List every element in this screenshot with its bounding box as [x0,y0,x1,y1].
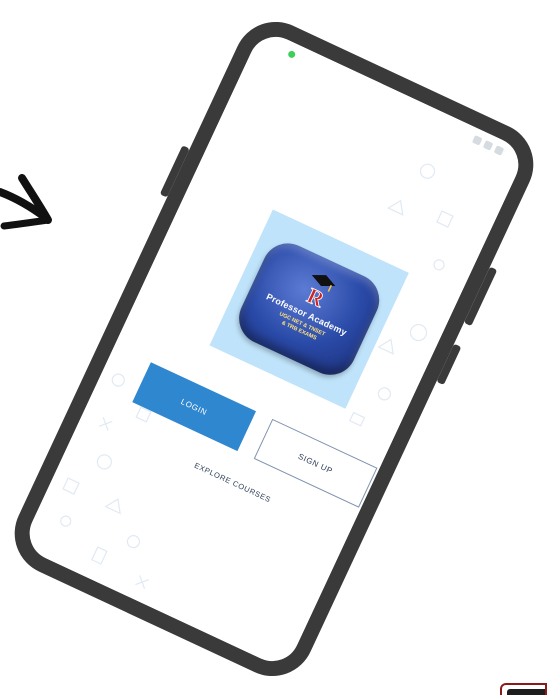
hand-drawn-arrow-icon [0,174,52,230]
volume-button [159,145,190,198]
side-button [436,343,462,386]
promo-stage: R Professor Academy UGC NET & TNSET & TR… [0,0,547,695]
phone-device: R Professor Academy UGC NET & TNSET & TR… [0,8,547,690]
logo-tile: R Professor Academy UGC NET & TNSET & TR… [230,234,388,384]
graduation-cap-icon: R [303,275,336,313]
corner-badge [500,683,547,695]
svg-text:R: R [303,283,329,313]
